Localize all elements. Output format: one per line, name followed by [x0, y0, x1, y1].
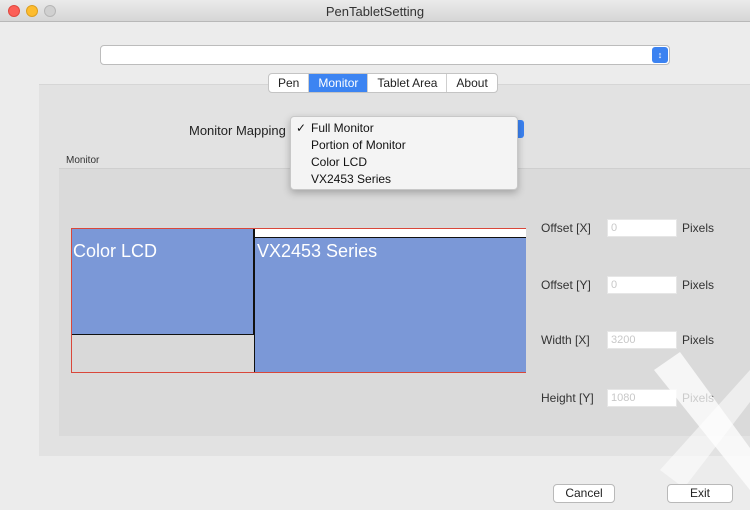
monitor-mapping-label: Monitor Mapping [189, 123, 286, 138]
offset-x-unit: Pixels [682, 221, 715, 235]
menu-item-label: Portion of Monitor [311, 138, 406, 152]
device-select[interactable]: ↕ [100, 45, 670, 65]
window-title: PenTabletSetting [325, 4, 425, 19]
monitor-mapping-dropdown: ✓ Full Monitor Portion of Monitor Color … [290, 116, 518, 190]
menu-item-vx2453-series[interactable]: VX2453 Series [291, 171, 517, 188]
offset-y-input[interactable]: 0 [607, 276, 677, 294]
menu-item-label: Full Monitor [311, 121, 374, 135]
width-x-input[interactable]: 3200 [607, 331, 677, 349]
monitor-color-lcd[interactable]: Color LCD [72, 229, 254, 335]
offset-y-label: Offset [Y] [541, 278, 591, 292]
cancel-button[interactable]: Cancel [553, 484, 615, 503]
tab-tablet-area[interactable]: Tablet Area [368, 74, 448, 92]
monitor-mapping-canvas[interactable]: Color LCD VX2453 Series [71, 228, 526, 373]
width-x-unit: Pixels [682, 333, 715, 347]
width-x-label: Width [X] [541, 333, 590, 347]
menu-item-color-lcd[interactable]: Color LCD [291, 154, 517, 171]
menu-item-label: Color LCD [311, 155, 368, 169]
tab-monitor[interactable]: Monitor [309, 74, 369, 92]
monitor-name-vx2453: VX2453 Series [257, 241, 378, 261]
height-y-unit: Pixels [682, 391, 715, 405]
tab-about[interactable]: About [447, 74, 496, 92]
checkmark-icon: ✓ [296, 121, 307, 135]
monitor-vx2453-top-strip [255, 229, 526, 238]
up-down-arrows-icon[interactable]: ↕ [652, 47, 668, 63]
tab-pen[interactable]: Pen [269, 74, 310, 92]
menu-item-portion-of-monitor[interactable]: Portion of Monitor [291, 137, 517, 154]
menu-item-full-monitor[interactable]: ✓ Full Monitor [291, 120, 517, 137]
monitor-name-color-lcd: Color LCD [73, 241, 158, 261]
title-bar: PenTabletSetting [0, 0, 750, 22]
exit-button[interactable]: Exit [667, 484, 733, 503]
tab-bar: Pen Monitor Tablet Area About [268, 73, 498, 93]
offset-x-label: Offset [X] [541, 221, 591, 235]
monitor-vx2453[interactable]: VX2453 Series [254, 229, 526, 372]
height-y-input[interactable]: 1080 [607, 389, 677, 407]
monitor-group-label: Monitor [66, 155, 100, 166]
offset-x-input[interactable]: 0 [607, 219, 677, 237]
offset-y-unit: Pixels [682, 278, 715, 292]
height-y-label: Height [Y] [541, 391, 594, 405]
menu-item-label: VX2453 Series [311, 172, 392, 186]
